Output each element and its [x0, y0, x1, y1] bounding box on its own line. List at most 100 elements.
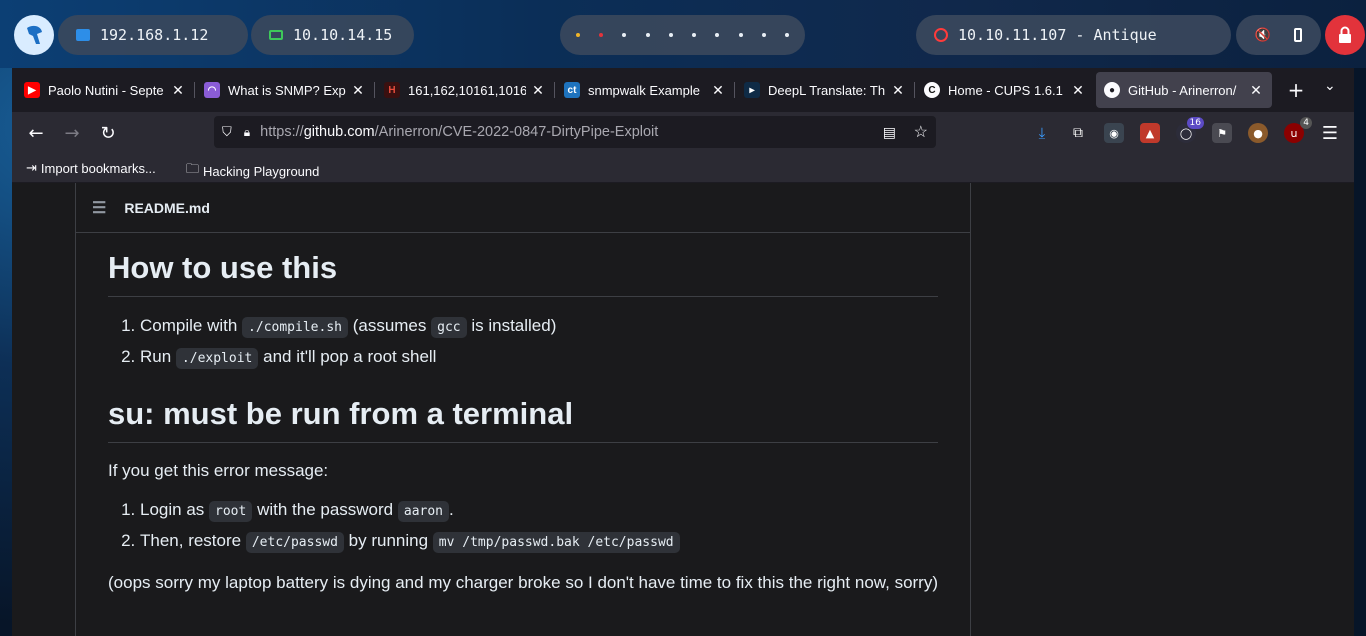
tab-hacktricks[interactable]: H 161,162,10161,1016 ✕	[376, 72, 554, 108]
outline-list-icon[interactable]: ☰	[92, 198, 106, 218]
workspace-dot[interactable]	[784, 33, 789, 37]
tab-github[interactable]: ● GitHub - Arinerron/ ✕	[1096, 72, 1272, 108]
shield-icon[interactable]: ⛉	[222, 124, 232, 140]
new-tab-button[interactable]: +	[1284, 78, 1308, 102]
bookmark-import[interactable]: ⇥ Import bookmarks...	[26, 160, 156, 176]
page-content: ☰ README.md How to use this Compile with…	[12, 183, 1354, 636]
back-button[interactable]: ←	[24, 121, 48, 145]
workspace-dot[interactable]	[668, 33, 673, 37]
text: is installed)	[471, 316, 557, 336]
arrow-left-icon: ←	[28, 122, 44, 144]
tab-separator	[374, 82, 375, 98]
workspace-dot[interactable]	[692, 33, 697, 37]
volume-muted-icon[interactable]: 🔇	[1255, 28, 1271, 43]
folder-icon: 🗀	[186, 161, 200, 176]
readme-header: ☰ README.md	[76, 183, 970, 233]
tab-youtube[interactable]: ▶ Paolo Nutini - Septe ✕	[16, 72, 194, 108]
extension-ublock[interactable]: u 4	[1284, 117, 1312, 143]
tab-separator	[734, 82, 735, 98]
bookmarks-toolbar: ⇥ Import bookmarks... 🗀 Hacking Playgrou…	[12, 154, 1354, 182]
forward-button[interactable]: →	[60, 121, 84, 145]
extension-hat[interactable]: ▲	[1140, 123, 1160, 143]
lock-icon	[1339, 26, 1351, 43]
tab-title: What is SNMP? Expl	[228, 82, 346, 98]
workspace-dot[interactable]	[715, 33, 720, 37]
battery-icon[interactable]	[1294, 28, 1303, 42]
extension-cookie[interactable]: ●	[1248, 123, 1268, 143]
reload-button[interactable]: ↻	[96, 121, 120, 145]
workspace-dot[interactable]	[761, 33, 766, 37]
extensions-button[interactable]: ⧉	[1068, 123, 1088, 143]
app-menu-button[interactable]	[14, 15, 54, 55]
list-item: Then, restore /etc/passwd by running mv …	[140, 526, 938, 557]
tab-cups[interactable]: C Home - CUPS 1.6.1 ✕	[916, 72, 1094, 108]
arrow-right-icon: →	[64, 122, 80, 144]
workspace-dot[interactable]	[645, 33, 650, 37]
close-icon[interactable]: ✕	[530, 82, 546, 99]
extension-badge: 4	[1300, 117, 1312, 129]
apology-note: (oops sorry my laptop battery is dying a…	[108, 573, 939, 593]
readme-container: ☰ README.md How to use this Compile with…	[75, 183, 971, 636]
cat-icon: ⚑	[1217, 126, 1227, 140]
extension-badge: 16	[1186, 117, 1204, 129]
network-icon	[76, 29, 90, 41]
text: (assumes	[352, 316, 427, 336]
padlock-icon[interactable]: 🔒︎	[244, 125, 250, 140]
bookmark-star-icon[interactable]: ☆	[914, 122, 928, 142]
tab-snmpwalk[interactable]: ct snmpwalk Example ✕	[556, 72, 734, 108]
extension-goggles[interactable]: ◉	[1104, 123, 1124, 143]
chevron-down-icon: ⌄	[1324, 78, 1336, 94]
vpn-ip-text: 10.10.14.15	[293, 26, 393, 44]
local-ip-widget[interactable]: 192.168.1.12	[58, 15, 248, 55]
santa-hat-icon: ▲	[1145, 126, 1155, 140]
lock-screen-button[interactable]	[1325, 15, 1365, 55]
downloads-button[interactable]: ⤓	[1032, 123, 1052, 143]
reader-view-icon[interactable]: ▤	[883, 124, 896, 141]
su-intro: If you get this error message:	[108, 461, 329, 481]
github-icon: ●	[1104, 82, 1120, 98]
target-widget[interactable]: 10.10.11.107 - Antique	[916, 15, 1231, 55]
list-item: Run ./exploit and it'll pop a root shell	[140, 342, 938, 373]
tab-separator	[554, 82, 555, 98]
tab-title: Paolo Nutini - Septe	[48, 82, 164, 98]
extension-counter[interactable]: ◯ 16	[1176, 117, 1204, 143]
close-icon[interactable]: ✕	[170, 82, 186, 99]
import-icon: ⇥	[26, 160, 37, 175]
close-icon[interactable]: ✕	[1070, 82, 1086, 99]
menu-button[interactable]: ☰	[1318, 121, 1342, 145]
bookmark-label: Hacking Playground	[203, 163, 320, 179]
text: and it'll pop a root shell	[263, 347, 437, 367]
inline-code: mv /tmp/passwd.bak /etc/passwd	[432, 532, 680, 554]
workspace-dot[interactable]	[576, 33, 580, 37]
close-icon[interactable]: ✕	[1248, 82, 1264, 99]
workspace-switcher[interactable]	[560, 15, 805, 55]
browser-window: ▶ Paolo Nutini - Septe ✕ ◠ What is SNMP?…	[12, 68, 1354, 636]
inline-code: root	[209, 501, 253, 523]
url-bar[interactable]: ⛉ 🔒︎ https://github.com/Arinerron/CVE-20…	[214, 116, 936, 148]
vpn-ip-widget[interactable]: 10.10.14.15	[251, 15, 414, 55]
close-icon[interactable]: ✕	[350, 82, 366, 99]
close-icon[interactable]: ✕	[890, 82, 906, 99]
tab-title: GitHub - Arinerron/	[1128, 82, 1237, 98]
text: with the password	[257, 500, 394, 520]
local-ip-text: 192.168.1.12	[100, 26, 209, 44]
bookmark-folder-hacking[interactable]: 🗀 Hacking Playground	[186, 160, 319, 182]
markdown-body: How to use this Compile with ./compile.s…	[108, 249, 938, 595]
extension-cat[interactable]: ⚑	[1212, 123, 1232, 143]
inline-code: /etc/passwd	[245, 532, 344, 554]
close-icon[interactable]: ✕	[710, 82, 726, 99]
tab-deepl[interactable]: ▸ DeepL Translate: Th ✕	[736, 72, 914, 108]
heading-su-error: su: must be run from a terminal	[108, 395, 938, 444]
navigation-toolbar: ← → ↻ ⛉ 🔒︎ https://github.com/Arinerron/…	[12, 112, 1354, 154]
system-tray: 🔇	[1236, 15, 1321, 55]
workspace-dot[interactable]	[622, 33, 627, 37]
text: Run	[140, 347, 172, 367]
workspace-dot[interactable]	[738, 33, 743, 37]
tab-title: Home - CUPS 1.6.1	[948, 82, 1063, 98]
reload-icon: ↻	[100, 122, 116, 144]
tab-snmp[interactable]: ◠ What is SNMP? Expl ✕	[196, 72, 374, 108]
hacktricks-icon: H	[384, 82, 400, 98]
workspace-dot[interactable]	[599, 33, 604, 37]
list-all-tabs-button[interactable]: ⌄	[1324, 78, 1336, 94]
gauge-icon: ◠	[204, 82, 220, 98]
